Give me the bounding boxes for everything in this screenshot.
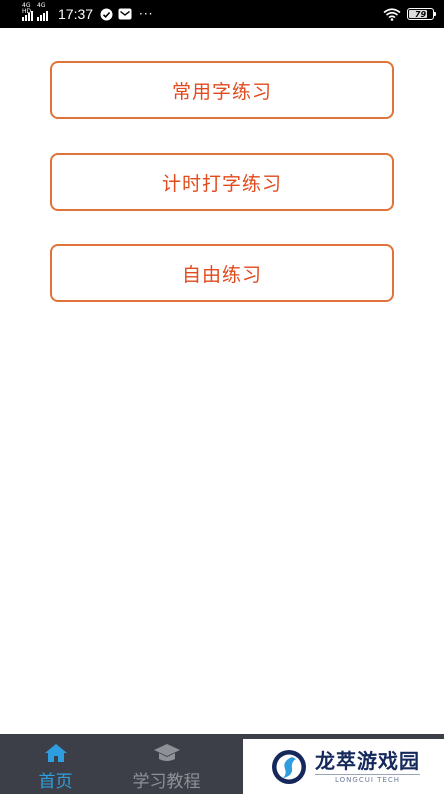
graduation-cap-icon <box>153 742 181 764</box>
status-bar: 4G HD 4G 17:37 ··· 79 <box>0 0 444 28</box>
home-icon <box>44 742 68 764</box>
common-chars-practice-button[interactable]: 常用字练习 <box>50 61 394 119</box>
watermark-title: 龙萃游戏园 <box>315 749 420 773</box>
nav-label-tutorial: 学习教程 <box>132 772 201 792</box>
sim1-label: 4G HD <box>22 2 32 15</box>
watermark: 龙萃游戏园 LONGCUI TECH <box>243 739 444 794</box>
watermark-logo-icon <box>272 749 306 784</box>
nav-label-home: 首页 <box>38 772 73 792</box>
status-time: 17:37 <box>58 6 94 22</box>
nav-item-tutorial[interactable]: 学习教程 <box>111 734 222 794</box>
wifi-icon <box>383 7 401 21</box>
free-practice-button[interactable]: 自由练习 <box>50 244 394 302</box>
check-circle-icon <box>99 7 113 21</box>
sim1-signal-icon: 4G HD <box>22 3 33 21</box>
more-notifications-icon: ··· <box>139 7 154 21</box>
battery-icon: 79 <box>407 8 436 20</box>
sim2-signal-icon: 4G <box>37 3 48 21</box>
nav-item-home[interactable]: 首页 <box>0 734 111 794</box>
timed-typing-practice-button[interactable]: 计时打字练习 <box>50 153 394 211</box>
battery-level: 79 <box>414 9 427 19</box>
mail-icon <box>118 7 132 21</box>
watermark-subtitle: LONGCUI TECH <box>315 774 420 784</box>
sim2-label: 4G <box>37 2 46 9</box>
